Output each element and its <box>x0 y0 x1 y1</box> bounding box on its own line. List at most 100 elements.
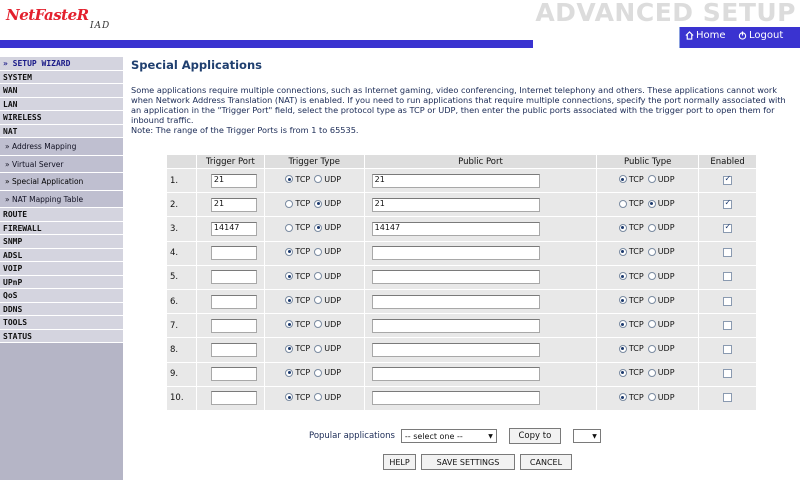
trigger-type-tcp-radio[interactable] <box>285 344 294 353</box>
sidebar-item[interactable]: UPnP <box>0 275 123 289</box>
home-link[interactable]: Home <box>685 30 726 41</box>
trigger-port-input[interactable]: 21 <box>210 173 257 188</box>
trigger-type-udp-radio[interactable] <box>314 199 323 208</box>
sidebar-subitem[interactable]: » Address Mapping <box>0 138 123 156</box>
trigger-type-udp-radio[interactable] <box>314 393 323 402</box>
trigger-port-input[interactable] <box>210 246 257 261</box>
public-type-udp-radio[interactable] <box>647 247 656 256</box>
sidebar-item[interactable]: » SETUP WIZARD <box>0 57 123 71</box>
public-type-udp-radio[interactable] <box>647 272 656 281</box>
trigger-type-tcp-radio[interactable] <box>285 175 294 184</box>
public-type-tcp-radio[interactable] <box>618 272 627 281</box>
sidebar-item[interactable]: SYSTEM <box>0 70 123 84</box>
public-port-input[interactable] <box>371 367 540 382</box>
popular-applications-select[interactable]: -- select one -- ▼ <box>400 429 497 443</box>
logout-link[interactable]: Logout <box>738 30 783 41</box>
enabled-checkbox[interactable] <box>723 272 733 282</box>
public-type-tcp-radio[interactable] <box>618 247 627 256</box>
public-port-input[interactable] <box>371 246 540 261</box>
trigger-type-udp-radio[interactable] <box>314 272 323 281</box>
enabled-checkbox[interactable] <box>723 369 733 379</box>
trigger-type-tcp-radio[interactable] <box>285 272 294 281</box>
trigger-port-input[interactable]: 21 <box>210 197 257 212</box>
sidebar-subitem[interactable]: » Virtual Server <box>0 155 123 173</box>
public-type-udp-radio[interactable] <box>647 175 656 184</box>
public-port-input[interactable]: 21 <box>371 173 540 188</box>
public-port-input[interactable] <box>371 294 540 309</box>
enabled-checkbox[interactable] <box>723 198 733 209</box>
public-type-tcp-radio[interactable] <box>618 393 627 402</box>
enabled-checkbox[interactable] <box>723 320 733 330</box>
public-type-tcp-radio[interactable] <box>618 344 627 353</box>
public-type-udp-radio[interactable] <box>647 199 656 208</box>
copy-target-select[interactable]: ▼ <box>572 429 601 443</box>
trigger-port-input[interactable] <box>210 367 257 382</box>
trigger-type-udp-radio[interactable] <box>314 247 323 256</box>
sidebar-item[interactable]: WAN <box>0 84 123 98</box>
save-settings-button[interactable]: SAVE SETTINGS <box>421 454 515 470</box>
enabled-checkbox[interactable] <box>723 393 733 403</box>
trigger-type-udp-radio[interactable] <box>314 223 323 232</box>
trigger-type-tcp-radio[interactable] <box>285 223 294 232</box>
trigger-type-tcp-radio[interactable] <box>285 393 294 402</box>
enabled-checkbox[interactable] <box>723 222 733 233</box>
public-port-input[interactable] <box>371 342 540 357</box>
trigger-port-input[interactable] <box>210 318 257 333</box>
public-type-udp-radio[interactable] <box>647 223 656 232</box>
trigger-port-input[interactable] <box>210 270 257 285</box>
sidebar-subitem[interactable]: » Special Application <box>0 173 123 191</box>
public-type-udp-radio[interactable] <box>647 320 656 329</box>
sidebar-item[interactable]: DDNS <box>0 302 123 316</box>
enabled-checkbox[interactable] <box>723 344 733 354</box>
trigger-type-tcp-radio[interactable] <box>285 199 294 208</box>
sidebar-item[interactable]: ADSL <box>0 248 123 262</box>
public-type-udp-radio[interactable] <box>647 368 656 377</box>
public-type-udp-radio[interactable] <box>647 393 656 402</box>
public-port-input[interactable] <box>371 270 540 285</box>
sidebar-item[interactable]: SNMP <box>0 235 123 249</box>
public-type-tcp-radio[interactable] <box>618 175 627 184</box>
trigger-type-udp-radio[interactable] <box>314 344 323 353</box>
trigger-type-udp-radio[interactable] <box>314 175 323 184</box>
public-type-tcp-radio[interactable] <box>618 199 627 208</box>
trigger-port-input[interactable] <box>210 391 257 406</box>
trigger-port-input[interactable] <box>210 294 257 309</box>
public-port-input[interactable]: 14147 <box>371 221 540 236</box>
help-button[interactable]: HELP <box>383 454 416 470</box>
trigger-type-udp-radio[interactable] <box>314 368 323 377</box>
trigger-type-tcp-radio[interactable] <box>285 247 294 256</box>
public-port-input[interactable] <box>371 318 540 333</box>
enabled-checkbox[interactable] <box>723 174 733 185</box>
sidebar-item[interactable]: QoS <box>0 289 123 303</box>
trigger-type-tcp-radio[interactable] <box>285 296 294 305</box>
trigger-type-tcp-radio[interactable] <box>285 368 294 377</box>
public-type-tcp-radio[interactable] <box>618 296 627 305</box>
enabled-checkbox[interactable] <box>723 296 733 306</box>
sidebar-item[interactable]: TOOLS <box>0 316 123 330</box>
trigger-port-input[interactable]: 14147 <box>210 221 257 236</box>
public-port-input[interactable]: 21 <box>371 197 540 212</box>
sidebar-item[interactable]: STATUS <box>0 329 123 343</box>
sidebar-item[interactable]: VOIP <box>0 262 123 276</box>
sidebar-item[interactable]: FIREWALL <box>0 221 123 235</box>
public-type-tcp-radio[interactable] <box>618 223 627 232</box>
copy-to-button[interactable]: Copy to <box>508 428 561 444</box>
trigger-port-input[interactable] <box>210 342 257 357</box>
trigger-type-tcp-radio[interactable] <box>285 320 294 329</box>
cancel-button[interactable]: CANCEL <box>520 454 572 470</box>
public-type-udp-radio[interactable] <box>647 344 656 353</box>
enabled-checkbox[interactable] <box>723 248 733 258</box>
sidebar-item[interactable]: NAT <box>0 124 123 138</box>
public-port-input[interactable] <box>371 391 540 406</box>
public-type-tcp-radio[interactable] <box>618 320 627 329</box>
public-type-radio-group: TCP UDP <box>618 320 677 329</box>
row-number: 4. <box>166 240 197 266</box>
sidebar-item[interactable]: ROUTE <box>0 208 123 222</box>
public-type-tcp-radio[interactable] <box>618 368 627 377</box>
trigger-type-udp-radio[interactable] <box>314 320 323 329</box>
sidebar-item[interactable]: LAN <box>0 97 123 111</box>
sidebar-item[interactable]: WIRELESS <box>0 111 123 125</box>
public-type-udp-radio[interactable] <box>647 296 656 305</box>
trigger-type-udp-radio[interactable] <box>314 296 323 305</box>
sidebar-subitem[interactable]: » NAT Mapping Table <box>0 190 123 208</box>
